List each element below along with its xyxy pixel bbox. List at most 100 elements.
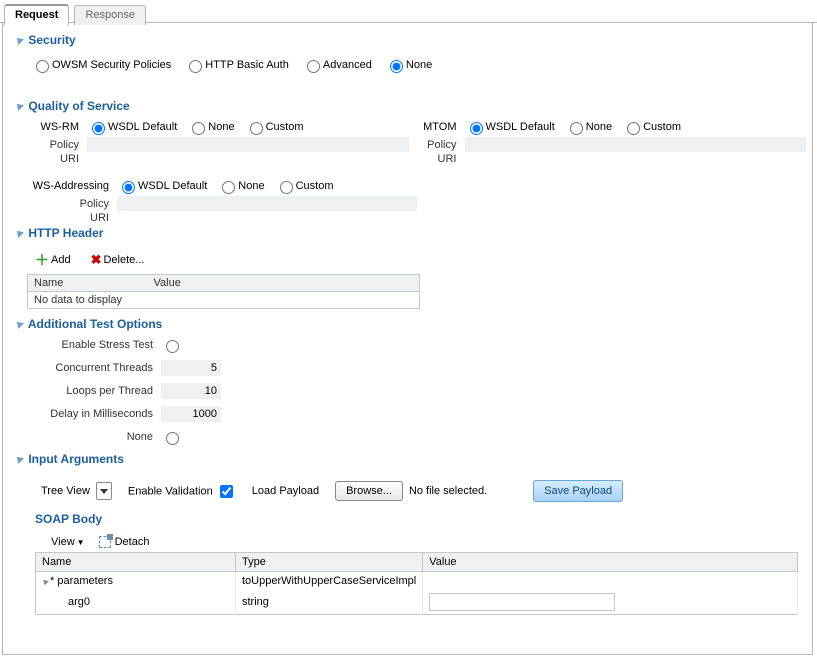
wsrm-policy-label: Policy (21, 139, 87, 151)
mtom-none-option[interactable]: None (565, 119, 612, 135)
no-file-label: No file selected. (409, 485, 487, 497)
wsrm-policy-input[interactable] (87, 137, 409, 152)
radio[interactable] (36, 60, 49, 73)
disclosure-icon (14, 454, 24, 464)
mtom-default-option[interactable]: WSDL Default (465, 119, 555, 135)
security-title: Security (28, 33, 75, 47)
none-label: None (31, 431, 161, 443)
radio[interactable] (390, 60, 403, 73)
delete-button[interactable]: ✖ Delete... (91, 250, 145, 270)
loops-label: Loops per Thread (31, 385, 161, 397)
loops-input[interactable] (161, 383, 221, 399)
arg0-value-input[interactable] (429, 593, 615, 611)
radio[interactable] (189, 60, 202, 73)
add-button[interactable]: ＋ Add (35, 250, 71, 270)
radio[interactable] (307, 60, 320, 73)
security-header[interactable]: Security (15, 33, 806, 47)
chevron-down-icon (96, 482, 112, 500)
wsa-default-option[interactable]: WSDL Default (117, 178, 207, 194)
threads-label: Concurrent Threads (31, 362, 161, 374)
radio[interactable] (222, 181, 235, 194)
delay-label: Delay in Milliseconds (31, 408, 161, 420)
param-value-cell (423, 572, 798, 591)
http-header-table: Name Value No data to display (27, 274, 420, 309)
wsa-uri-label: URI (21, 212, 117, 224)
wsa-policy-label: Policy (21, 198, 117, 210)
wsrm-custom-option[interactable]: Custom (245, 119, 304, 135)
qos-header[interactable]: Quality of Service (15, 99, 806, 113)
addopts-header[interactable]: Additional Test Options (15, 317, 806, 331)
radio[interactable] (92, 122, 105, 135)
security-radio-group: OWSM Security Policies HTTP Basic Auth A… (15, 53, 806, 77)
x-icon: ✖ (91, 252, 102, 268)
col-value: Value (423, 553, 798, 572)
col-name: Name (28, 275, 148, 292)
tab-request[interactable]: Request (4, 4, 69, 26)
save-payload-button[interactable]: Save Payload (533, 480, 623, 502)
wsrm-none-option[interactable]: None (187, 119, 234, 135)
radio[interactable] (470, 122, 483, 135)
delay-input[interactable] (161, 406, 221, 422)
param-name-cell: * parameters (36, 572, 236, 591)
threads-input[interactable] (161, 360, 221, 376)
radio[interactable] (122, 181, 135, 194)
arg-type-cell: string (236, 590, 423, 615)
httpheader-header[interactable]: HTTP Header (15, 226, 806, 240)
table-row: arg0 string (36, 590, 798, 615)
qos-title: Quality of Service (28, 99, 129, 113)
disclosure-icon (14, 319, 24, 329)
security-http-option[interactable]: HTTP Basic Auth (184, 59, 289, 71)
col-name: Name (36, 553, 236, 572)
mtom-policy-input[interactable] (465, 137, 807, 152)
wsa-none-option[interactable]: None (217, 178, 264, 194)
security-advanced-option[interactable]: Advanced (302, 59, 372, 71)
tab-bar: Request Response (0, 0, 817, 23)
stress-label: Enable Stress Test (31, 339, 161, 351)
security-none-option[interactable]: None (385, 59, 432, 71)
col-type: Type (236, 553, 423, 572)
inputargs-title: Input Arguments (28, 452, 124, 466)
radio[interactable] (570, 122, 583, 135)
stress-radio[interactable] (166, 340, 179, 353)
mtom-label: MTOM (419, 121, 465, 133)
mtom-custom-option[interactable]: Custom (622, 119, 681, 135)
inputargs-header[interactable]: Input Arguments (15, 452, 806, 466)
wsa-custom-option[interactable]: Custom (275, 178, 334, 194)
wsrm-label: WS-RM (21, 121, 87, 133)
httpheader-title: HTTP Header (28, 226, 103, 240)
radio[interactable] (250, 122, 263, 135)
arg-name-cell: arg0 (36, 590, 236, 615)
view-menu[interactable]: View ▼ (51, 536, 85, 548)
disclosure-icon (14, 35, 24, 45)
security-owsm-option[interactable]: OWSM Security Policies (31, 59, 171, 71)
detach-button[interactable]: Detach (99, 536, 150, 548)
col-value: Value (148, 275, 420, 292)
soap-body-title: SOAP Body (35, 512, 806, 526)
disclosure-icon (14, 228, 24, 238)
wsa-policy-input[interactable] (117, 196, 417, 211)
radio[interactable] (192, 122, 205, 135)
param-type-cell: toUpperWithUpperCaseServiceImpl (236, 572, 423, 591)
wsa-label: WS-Addressing (21, 180, 117, 192)
load-payload-label: Load Payload (252, 485, 319, 497)
radio[interactable] (280, 181, 293, 194)
wsrm-default-option[interactable]: WSDL Default (87, 119, 177, 135)
enable-validation-label: Enable Validation (128, 485, 213, 497)
disclosure-icon[interactable] (41, 578, 49, 586)
addopts-title: Additional Test Options (28, 317, 162, 331)
table-row: * parameters toUpperWithUpperCaseService… (36, 572, 798, 591)
mtom-policy-label: Policy (419, 139, 465, 151)
enable-validation-checkbox[interactable] (220, 485, 233, 498)
disclosure-icon (14, 101, 24, 111)
browse-button[interactable]: Browse... (335, 481, 403, 501)
tab-response[interactable]: Response (74, 5, 146, 25)
plus-icon: ＋ (35, 250, 49, 270)
none-radio[interactable] (166, 432, 179, 445)
wsrm-uri-label: URI (21, 153, 87, 165)
tree-view-select[interactable]: Tree View (35, 482, 112, 500)
empty-row: No data to display (28, 292, 420, 309)
arg-value-cell (423, 590, 798, 615)
radio[interactable] (627, 122, 640, 135)
detach-icon (99, 536, 111, 548)
chevron-down-icon: ▼ (77, 538, 85, 547)
